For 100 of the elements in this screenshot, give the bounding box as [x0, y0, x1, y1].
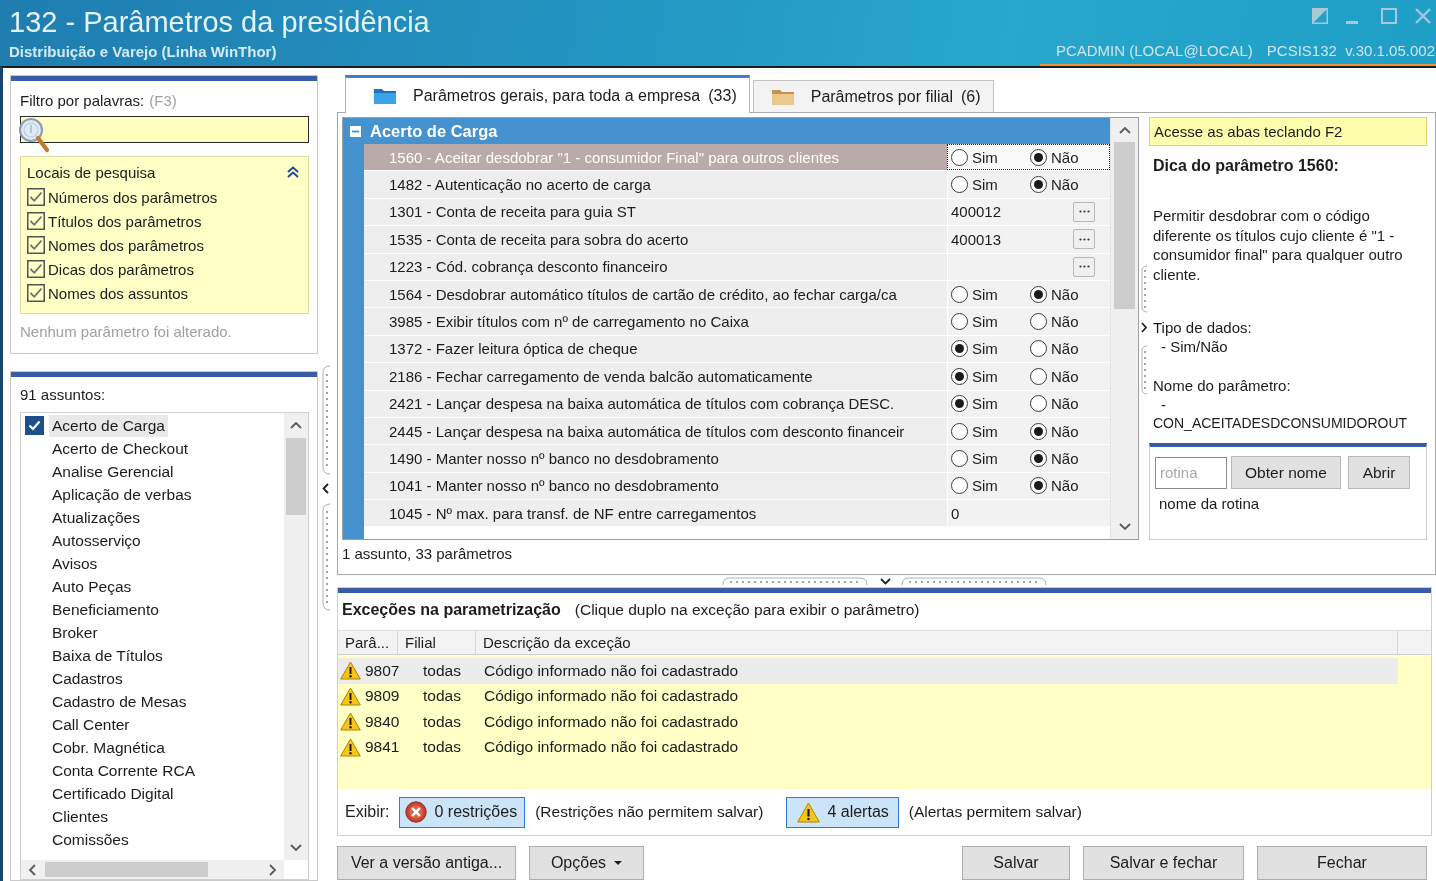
chevron-up-icon[interactable] — [290, 422, 302, 429]
exception-row[interactable]: 9809 todas Código informado não foi cadastrado — [338, 683, 1398, 709]
list-item[interactable]: Autosserviço — [49, 529, 144, 552]
vertical-scrollbar[interactable] — [1110, 118, 1138, 539]
routine-button[interactable]: Obter nome — [1231, 456, 1341, 489]
checkbox[interactable] — [27, 236, 45, 254]
chevron-right-icon[interactable] — [1141, 322, 1147, 333]
parameter-name[interactable]: 1045 - Nº max. para transf. de NF entre carregamentos — [364, 500, 947, 527]
list-item[interactable]: Baixa de Títulos — [49, 644, 166, 667]
action-button[interactable]: Ver a versão antiga... — [337, 846, 516, 880]
radio-button[interactable] — [1030, 148, 1047, 166]
radio-button[interactable] — [1030, 422, 1047, 440]
chevron-down-icon[interactable] — [290, 844, 302, 851]
splitter-grip[interactable] — [1141, 345, 1148, 395]
minus-box-icon[interactable] — [350, 125, 361, 137]
parameter-name[interactable]: 3985 - Exibir títulos com nº de carregamento no Caixa — [364, 308, 947, 335]
action-button[interactable]: Fechar — [1257, 846, 1427, 880]
column-header[interactable]: Descrição da exceção — [476, 631, 1398, 654]
list-item[interactable]: Beneficiamento — [49, 598, 162, 621]
scrollbar-thumb[interactable] — [286, 438, 306, 515]
scrollbar-thumb[interactable] — [45, 862, 208, 877]
radio-button[interactable] — [951, 367, 968, 385]
search-field[interactable] — [20, 116, 309, 143]
radio-button[interactable] — [1030, 313, 1047, 331]
radio-button[interactable] — [951, 395, 968, 413]
radio-button[interactable] — [951, 477, 968, 495]
radio-button[interactable] — [1030, 176, 1047, 194]
radio-button[interactable] — [951, 313, 968, 331]
radio-button[interactable] — [951, 340, 968, 358]
radio-button[interactable] — [951, 148, 968, 166]
radio-button[interactable] — [1030, 367, 1047, 385]
parameter-name[interactable]: 1301 - Conta de receita para guia ST — [364, 198, 947, 226]
radio-button[interactable] — [951, 450, 968, 467]
radio-button[interactable] — [951, 285, 968, 303]
list-item[interactable]: Conta Corrente RCA — [49, 759, 198, 782]
checkbox[interactable] — [25, 416, 44, 435]
parameter-name[interactable]: 1372 - Fazer leitura óptica de cheque — [364, 335, 947, 363]
list-item[interactable]: Broker — [49, 621, 101, 644]
parameter-name[interactable]: 1041 - Manter nosso nº banco no desdobramento — [364, 472, 947, 500]
list-item[interactable]: Atualizações — [49, 506, 143, 529]
list-item[interactable]: Cobr. Magnética — [49, 736, 168, 759]
list-item[interactable]: Call Center — [49, 713, 133, 736]
exception-row[interactable]: 9841 todas Código informado não foi cadastrado — [338, 734, 1398, 760]
vertical-scrollbar[interactable] — [284, 413, 308, 860]
list-item[interactable]: Analise Gerencial — [49, 460, 177, 483]
chevron-left-icon[interactable] — [322, 483, 329, 494]
tab[interactable]: Parâmetros gerais, para toda a empresa (33) — [345, 75, 750, 113]
splitter-grip[interactable] — [722, 577, 868, 585]
parameter-name[interactable]: 2421 - Lançar despesa na baixa automática de títulos com cobrança DESC. — [364, 390, 947, 417]
list-item[interactable]: Cadastros — [49, 667, 126, 690]
action-button[interactable]: Salvar — [962, 846, 1070, 880]
splitter-grip[interactable] — [322, 503, 331, 611]
list-item[interactable]: Avisos — [49, 552, 101, 575]
parameter-name[interactable]: 1490 - Manter nosso nº banco no desdobramento — [364, 445, 947, 472]
parameter-name[interactable]: 2445 - Lançar despesa na baixa automática de títulos com desconto financeir — [364, 417, 947, 445]
parameter-name[interactable]: 2186 - Fechar carregamento de venda balcão automaticamente — [364, 363, 947, 390]
column-header[interactable]: Filial — [398, 631, 476, 654]
tile-icon[interactable] — [1312, 8, 1328, 24]
chevron-left-icon[interactable] — [29, 863, 36, 876]
routine-button[interactable]: Abrir — [1348, 456, 1410, 489]
list-item[interactable]: Certificado Digital — [49, 782, 177, 805]
parameter-name[interactable]: 1482 - Autenticação no acerto de carga — [364, 171, 947, 198]
radio-button[interactable] — [1030, 477, 1047, 495]
chevron-up-icon[interactable] — [1118, 127, 1131, 134]
checkbox[interactable] — [27, 284, 45, 302]
list-item[interactable]: Acerto de Carga — [49, 414, 168, 437]
toggle-button[interactable]: 4 alertas — [786, 796, 899, 828]
chevron-right-icon[interactable] — [269, 863, 276, 876]
radio-button[interactable] — [951, 422, 968, 440]
radio-button[interactable] — [1030, 395, 1047, 413]
horizontal-scrollbar[interactable] — [21, 860, 284, 879]
list-item[interactable]: Acerto de Checkout — [49, 437, 192, 460]
list-item[interactable]: Auto Peças — [49, 575, 135, 598]
column-header[interactable]: Parâ... — [338, 631, 398, 654]
splitter-grip[interactable] — [322, 365, 331, 475]
action-button[interactable]: Salvar e fechar — [1083, 846, 1244, 880]
double-chevron-up-icon[interactable] — [287, 166, 299, 178]
parameter-name[interactable]: 1564 - Desdobrar automático títulos de cartão de crédito, ao fechar carga/ca — [364, 280, 947, 308]
action-button[interactable]: Opções — [529, 846, 644, 880]
splitter-grip[interactable] — [1141, 265, 1148, 313]
exception-row[interactable]: 9807 todas Código informado não foi cadastrado — [338, 658, 1398, 684]
list-item[interactable]: Cadastro de Mesas — [49, 690, 190, 713]
radio-button[interactable] — [1030, 450, 1047, 467]
radio-button[interactable] — [1030, 340, 1047, 358]
parameter-name[interactable]: 1223 - Cód. cobrança desconto financeiro — [364, 253, 947, 280]
list-item[interactable]: Comissões — [49, 828, 132, 851]
list-item[interactable]: Aplicação de verbas — [49, 483, 195, 506]
exception-row[interactable]: 9840 todas Código informado não foi cadastrado — [338, 709, 1398, 735]
scrollbar-thumb[interactable] — [1114, 142, 1135, 309]
list-item[interactable]: Clientes — [49, 805, 111, 828]
radio-button[interactable] — [951, 176, 968, 194]
checkbox[interactable] — [27, 188, 45, 206]
splitter-grip[interactable] — [901, 577, 1047, 585]
routine-field[interactable]: rotina — [1155, 456, 1227, 489]
chevron-down-icon[interactable] — [880, 577, 891, 585]
checkbox[interactable] — [27, 260, 45, 278]
parameter-name[interactable]: 1535 - Conta de receita para sobra do acerto — [364, 226, 947, 253]
chevron-down-icon[interactable] — [1118, 523, 1131, 530]
toggle-button[interactable]: 0 restrições — [399, 796, 526, 828]
checkbox[interactable] — [27, 212, 45, 230]
